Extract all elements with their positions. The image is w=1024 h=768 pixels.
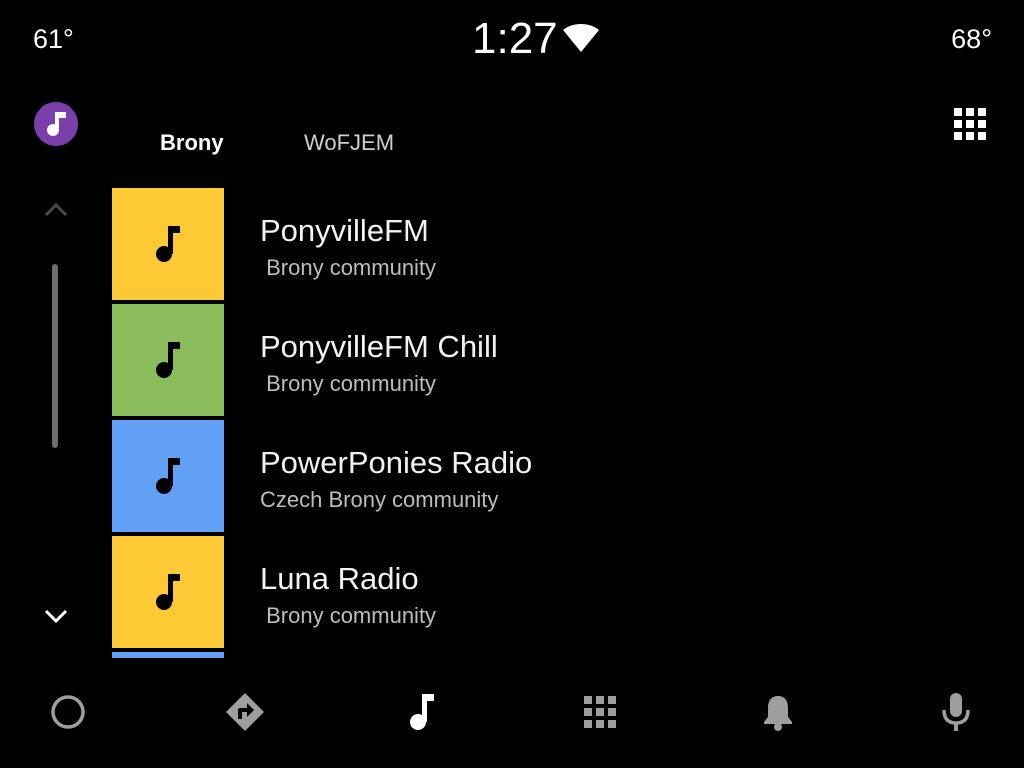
station-title: PonyvilleFM: [260, 213, 429, 248]
music-note-icon: [156, 574, 180, 610]
list-item[interactable]: PonyvilleFM Brony community: [112, 188, 972, 300]
nav-voice-button[interactable]: [936, 692, 976, 732]
list-item[interactable]: PowerPonies Radio Czech Brony community: [112, 420, 972, 532]
music-note-icon: [156, 458, 180, 494]
station-title: PowerPonies Radio: [260, 445, 533, 480]
nav-navigation-button[interactable]: [225, 692, 265, 732]
station-artwork: [112, 188, 224, 300]
microphone-icon: [942, 693, 970, 731]
music-note-icon: [156, 226, 180, 262]
station-title: PonyvilleFM Chill: [260, 329, 498, 364]
station-subtitle: Brony community: [260, 603, 437, 628]
scrollbar-thumb[interactable]: [52, 264, 58, 448]
station-subtitle: Brony community: [260, 371, 437, 396]
station-title: Luna Radio: [260, 561, 419, 596]
station-list: PonyvilleFM Brony community PonyvilleFM …: [112, 188, 972, 658]
directions-icon: [226, 693, 264, 731]
station-subtitle: Brony community: [260, 255, 437, 280]
list-item[interactable]: Luna Radio Brony community: [112, 536, 972, 648]
clock: 1:27: [472, 14, 558, 63]
music-note-icon: [47, 112, 66, 136]
chevron-up-icon[interactable]: [43, 200, 69, 218]
bell-icon: [764, 696, 792, 731]
app-avatar[interactable]: [34, 102, 78, 146]
list-item[interactable]: PonyvilleFM Chill Brony community: [112, 304, 972, 416]
station-artwork: [112, 304, 224, 416]
circle-icon: [51, 695, 85, 729]
outside-temperature: 61°: [33, 24, 74, 54]
wifi-icon: [563, 24, 599, 52]
station-subtitle: Czech Brony community: [260, 487, 499, 512]
grid-icon[interactable]: [954, 108, 986, 140]
nav-notifications-button[interactable]: [758, 692, 798, 732]
nav-apps-button[interactable]: [580, 692, 620, 732]
station-artwork: [112, 536, 224, 648]
station-artwork: [112, 420, 224, 532]
chevron-down-icon[interactable]: [43, 608, 69, 626]
tab-brony[interactable]: Brony: [160, 128, 224, 158]
tab-wofjem[interactable]: WoFJEM: [304, 128, 394, 158]
music-note-icon: [410, 694, 434, 730]
nav-home-button[interactable]: [48, 692, 88, 732]
nav-media-button[interactable]: [402, 692, 442, 732]
music-note-icon: [156, 342, 180, 378]
cabin-temperature: 68°: [951, 24, 992, 54]
grid-icon: [584, 696, 616, 728]
next-station-artwork: [112, 652, 224, 658]
